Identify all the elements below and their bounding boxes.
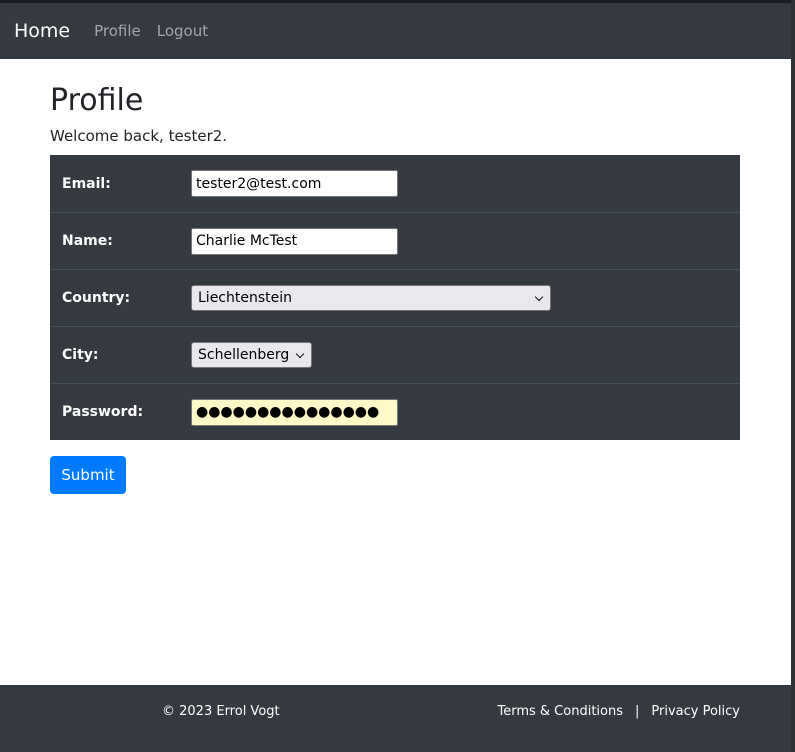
welcome-message: Welcome back, tester2.	[50, 127, 228, 145]
city-row: City: Schellenberg	[50, 326, 740, 383]
profile-form-table: Email: Name: Country: Liechtenstein City…	[50, 155, 740, 440]
window-frame-right	[791, 0, 795, 752]
email-input[interactable]	[191, 170, 398, 197]
terms-link[interactable]: Terms & Conditions	[498, 704, 624, 719]
country-label: Country:	[62, 290, 131, 306]
privacy-link[interactable]: Privacy Policy	[651, 704, 740, 719]
main-content: Profile Welcome back, tester2. Email: Na…	[50, 59, 740, 494]
city-select[interactable]: Schellenberg	[191, 342, 312, 368]
footer-links: Terms & Conditions | Privacy Policy	[498, 704, 741, 719]
city-select-value: Schellenberg	[198, 347, 290, 363]
page-title: Profile	[50, 83, 144, 118]
nav-profile-link[interactable]: Profile	[94, 22, 141, 40]
password-row: Password:	[50, 383, 740, 440]
name-label: Name:	[62, 233, 113, 249]
email-label: Email:	[62, 175, 111, 192]
country-select[interactable]: Liechtenstein	[191, 285, 551, 311]
nav-logout-link[interactable]: Logout	[157, 22, 208, 40]
navbar: Home Profile Logout	[0, 3, 791, 59]
footer: © 2023 Errol Vogt Terms & Conditions | P…	[0, 685, 791, 752]
country-row: Country: Liechtenstein	[50, 269, 740, 326]
email-row: Email:	[50, 155, 740, 212]
name-row: Name:	[50, 212, 740, 269]
password-label: Password:	[62, 404, 144, 420]
nav-home-link[interactable]: Home	[14, 20, 70, 42]
password-input[interactable]	[191, 398, 398, 426]
chevron-down-icon	[534, 293, 544, 303]
chevron-down-icon	[295, 350, 305, 360]
city-label: City:	[62, 347, 99, 363]
footer-copyright: © 2023 Errol Vogt	[162, 704, 280, 719]
submit-button[interactable]: Submit	[50, 456, 126, 494]
country-select-value: Liechtenstein	[198, 290, 293, 306]
footer-separator: |	[635, 704, 640, 719]
name-input[interactable]	[191, 227, 398, 255]
